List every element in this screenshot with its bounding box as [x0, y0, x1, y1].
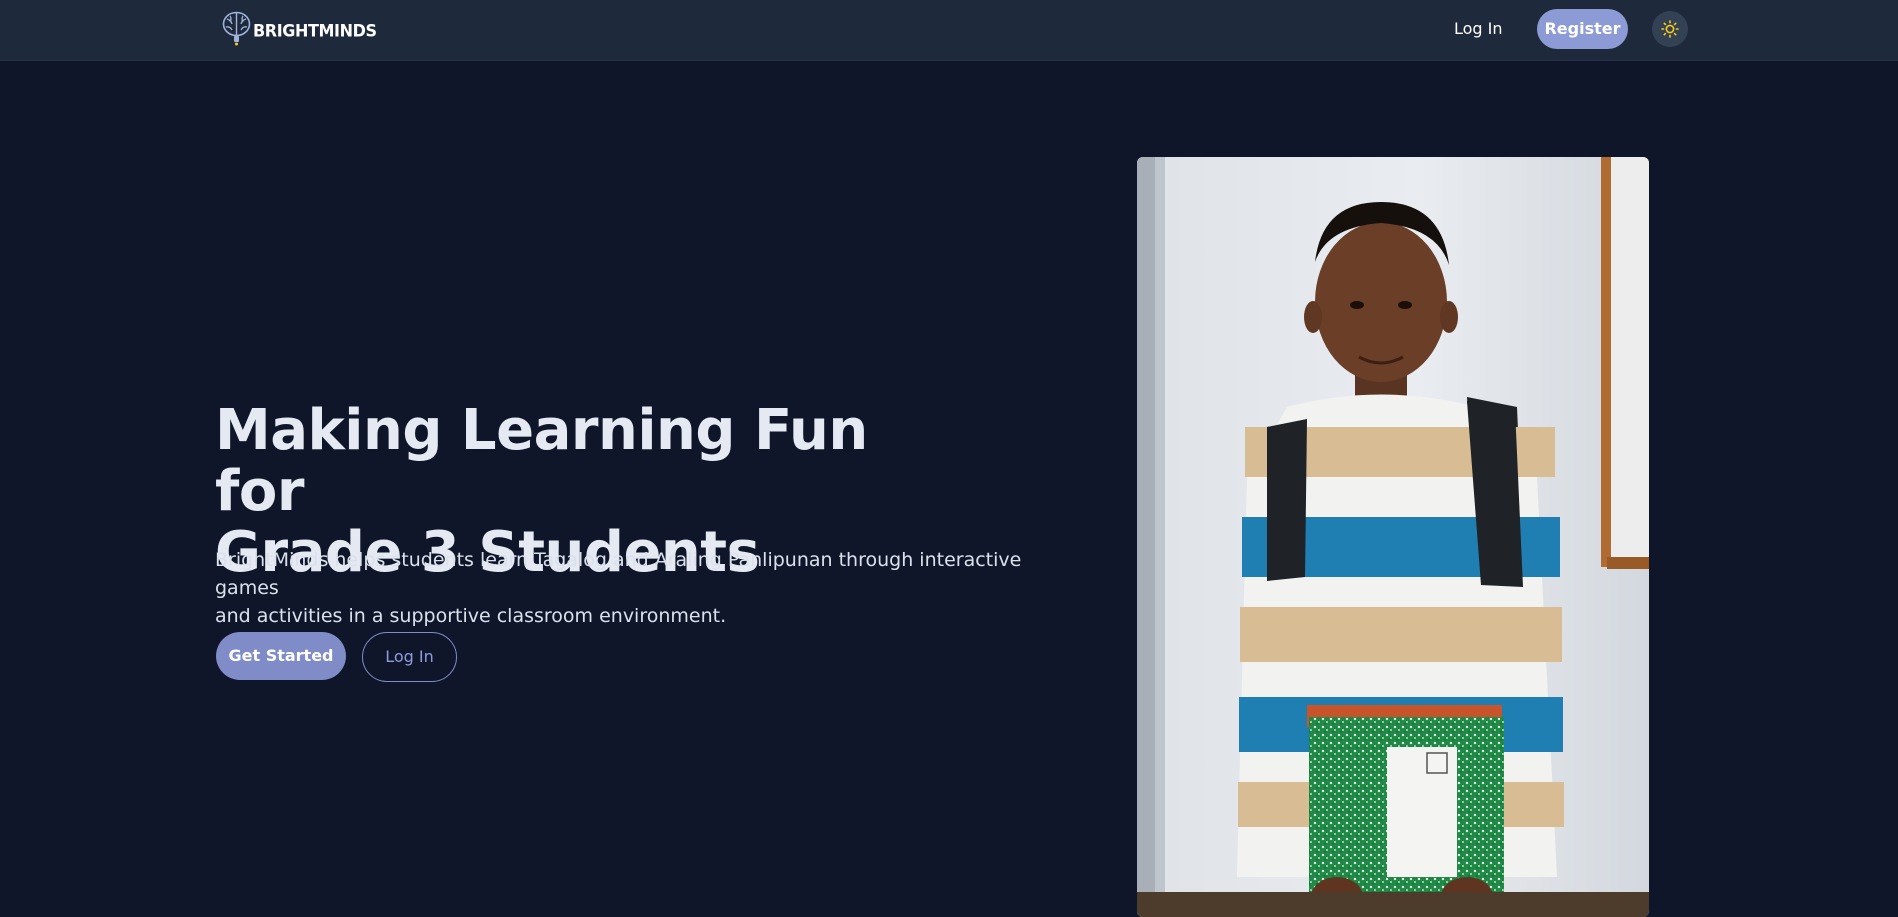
logo[interactable]: BRIGHTMINDS — [221, 10, 377, 46]
hero-login-button[interactable]: Log In — [362, 632, 457, 682]
nav-register-button[interactable]: Register — [1537, 9, 1628, 49]
hero-description-line-1: BrightMinds helps students learn Tagalog… — [215, 549, 1022, 599]
hero-image — [1137, 157, 1649, 917]
theme-toggle-button[interactable] — [1652, 11, 1688, 47]
hero-description: BrightMinds helps students learn Tagalog… — [215, 546, 1055, 630]
student-illustration — [1137, 157, 1649, 917]
sun-icon — [1661, 20, 1679, 38]
nav-login-link[interactable]: Log In — [1454, 17, 1503, 41]
hero-description-line-2: and activities in a supportive classroom… — [215, 605, 727, 627]
navbar: BRIGHTMINDS Log In Register — [0, 0, 1898, 61]
hero-title-line-1: Making Learning Fun for — [215, 398, 868, 524]
logo-text: BRIGHTMINDS — [253, 19, 377, 41]
brain-icon — [222, 11, 251, 46]
get-started-button[interactable]: Get Started — [216, 632, 346, 680]
